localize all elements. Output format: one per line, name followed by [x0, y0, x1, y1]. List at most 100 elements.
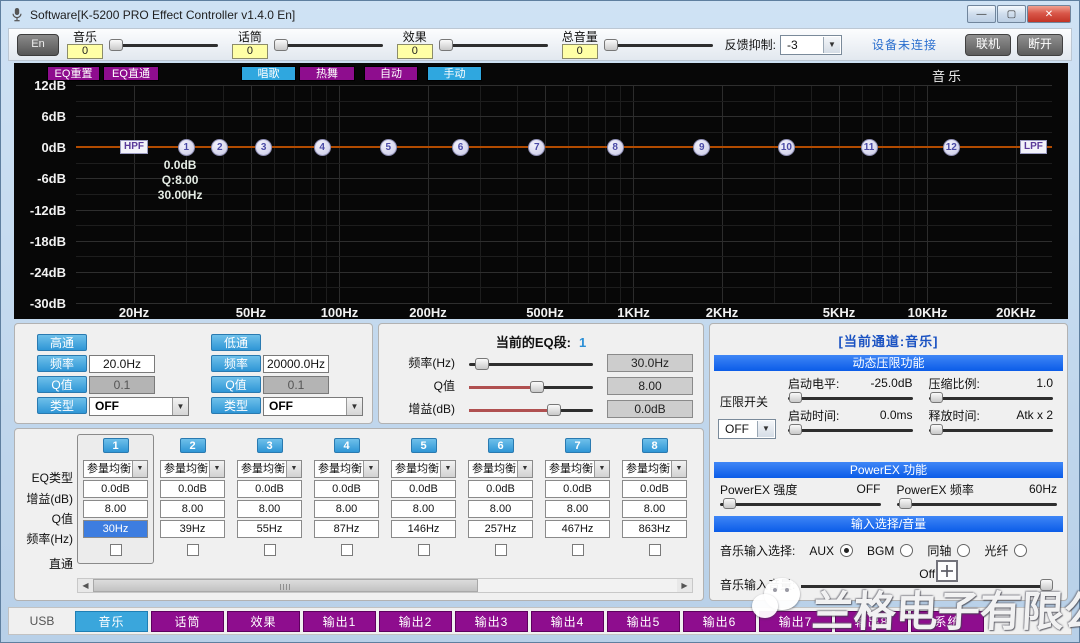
chevron-down-icon[interactable]: ▼ [517, 461, 532, 477]
radio-button[interactable] [1014, 544, 1027, 557]
language-button[interactable]: En [17, 34, 59, 56]
slider-thumb[interactable] [930, 392, 943, 403]
channel-volume-slider[interactable] [439, 35, 548, 55]
bypass-checkbox[interactable] [264, 544, 276, 556]
eq-band-point-10[interactable]: 10 [778, 139, 795, 156]
eq-band-header[interactable]: 7 [565, 438, 591, 453]
tab-输出3[interactable]: 输出3 [455, 611, 528, 632]
slider-thumb[interactable] [723, 498, 736, 509]
gain-cell[interactable]: 0.0dB [83, 480, 148, 498]
disconnect-button[interactable]: 断开 [1017, 34, 1063, 56]
freq-cell[interactable]: 863Hz [622, 520, 687, 538]
channel-value-box[interactable]: 0 [397, 44, 433, 59]
compressor-param-slider[interactable] [788, 391, 913, 405]
chevron-down-icon[interactable]: ▼ [132, 461, 147, 477]
minimize-button[interactable]: — [967, 5, 996, 23]
eq-bypass-button[interactable]: EQ直通 [103, 66, 159, 81]
eq-band-header[interactable]: 6 [488, 438, 514, 453]
freq-cell[interactable]: 146Hz [391, 520, 456, 538]
slider-thumb[interactable] [439, 39, 453, 51]
scrollbar-thumb[interactable] [93, 579, 478, 592]
lowpass-freq-input[interactable]: 20000.0Hz [263, 355, 329, 373]
q-cell[interactable]: 8.00 [545, 500, 610, 518]
eq-band-point-4[interactable]: 4 [314, 139, 331, 156]
chevron-down-icon[interactable]: ▼ [757, 421, 774, 437]
eq-plot[interactable]: HPFLPF1234567891011120.0dBQ:8.0030.00Hz [76, 85, 1052, 304]
slider-thumb[interactable] [547, 404, 561, 416]
input-option-光纤[interactable]: 光纤 [984, 542, 1027, 559]
eq-band-header[interactable]: 1 [103, 438, 129, 453]
eq-band-point-5[interactable]: 5 [380, 139, 397, 156]
q-cell[interactable]: 8.00 [468, 500, 533, 518]
connect-button[interactable]: 联机 [965, 34, 1011, 56]
freq-cell[interactable]: 87Hz [314, 520, 379, 538]
bypass-checkbox[interactable] [572, 544, 584, 556]
radio-button[interactable] [957, 544, 970, 557]
tab-输出2[interactable]: 输出2 [379, 611, 452, 632]
freq-cell[interactable]: 257Hz [468, 520, 533, 538]
title-bar[interactable]: Software[K-5200 PRO Effect Controller v1… [2, 2, 1078, 28]
q-cell[interactable]: 8.00 [622, 500, 687, 518]
scroll-right-icon[interactable]: ▶ [677, 579, 692, 592]
eq-type-select[interactable]: 参量均衡▼ [83, 460, 148, 478]
eq-band-header[interactable]: 5 [411, 438, 437, 453]
eq-type-select[interactable]: 参量均衡▼ [237, 460, 302, 478]
chevron-down-icon[interactable]: ▼ [286, 461, 301, 477]
powerex-param-slider[interactable] [897, 497, 1058, 511]
eq-type-select[interactable]: 参量均衡▼ [391, 460, 456, 478]
eq-band-header[interactable]: 2 [180, 438, 206, 453]
input-option-BGM[interactable]: BGM [867, 542, 913, 559]
eq-type-select[interactable]: 参量均衡▼ [314, 460, 379, 478]
slider-thumb[interactable] [475, 358, 489, 370]
input-option-同轴[interactable]: 同轴 [927, 542, 970, 559]
eq-type-select[interactable]: 参量均衡▼ [468, 460, 533, 478]
tab-输出4[interactable]: 输出4 [531, 611, 604, 632]
preset-dance-button[interactable]: 热舞 [299, 66, 355, 81]
bypass-checkbox[interactable] [649, 544, 661, 556]
chevron-down-icon[interactable]: ▼ [823, 37, 840, 53]
bypass-checkbox[interactable] [110, 544, 122, 556]
scrollbar-track[interactable] [93, 579, 677, 592]
gain-cell[interactable]: 0.0dB [391, 480, 456, 498]
bypass-checkbox[interactable] [418, 544, 430, 556]
tab-系统[interactable]: 系统 [911, 611, 984, 632]
freq-cell[interactable]: 30Hz [83, 520, 148, 538]
chevron-down-icon[interactable]: ▼ [594, 461, 609, 477]
q-cell[interactable]: 8.00 [314, 500, 379, 518]
q-cell[interactable]: 8.00 [160, 500, 225, 518]
chevron-down-icon[interactable]: ▼ [363, 461, 378, 477]
table-scrollbar[interactable]: ◀ ▶ [77, 578, 693, 593]
gain-cell[interactable]: 0.0dB [468, 480, 533, 498]
eq-band-point-3[interactable]: 3 [255, 139, 272, 156]
tab-输出6[interactable]: 输出6 [683, 611, 756, 632]
eq-band-point-7[interactable]: 7 [528, 139, 545, 156]
freq-cell[interactable]: 467Hz [545, 520, 610, 538]
eq-segment-slider[interactable] [469, 377, 593, 395]
q-cell[interactable]: 8.00 [237, 500, 302, 518]
freq-cell[interactable]: 39Hz [160, 520, 225, 538]
slider-thumb[interactable] [899, 498, 912, 509]
hpf-marker[interactable]: HPF [120, 140, 148, 154]
bypass-checkbox[interactable] [187, 544, 199, 556]
eq-band-point-1[interactable]: 1 [178, 139, 195, 156]
eq-type-select[interactable]: 参量均衡▼ [622, 460, 687, 478]
gain-cell[interactable]: 0.0dB [314, 480, 379, 498]
lpf-marker[interactable]: LPF [1020, 140, 1047, 154]
eq-band-point-11[interactable]: 11 [861, 139, 878, 156]
maximize-button[interactable]: ▢ [997, 5, 1026, 23]
chevron-down-icon[interactable]: ▼ [671, 461, 686, 477]
radio-button[interactable] [900, 544, 913, 557]
slider-thumb[interactable] [604, 39, 618, 51]
slider-thumb[interactable] [789, 424, 802, 435]
compressor-param-slider[interactable] [929, 423, 1054, 437]
tab-输出8[interactable]: 输出8 [835, 611, 908, 632]
lowpass-type-select[interactable]: OFF ▼ [263, 397, 363, 416]
powerex-param-slider[interactable] [720, 497, 881, 511]
scroll-left-icon[interactable]: ◀ [78, 579, 93, 592]
chevron-down-icon[interactable]: ▼ [209, 461, 224, 477]
mode-auto-button[interactable]: 自动 [364, 66, 418, 81]
eq-band-point-8[interactable]: 8 [607, 139, 624, 156]
channel-volume-slider[interactable] [274, 35, 383, 55]
eq-band-point-2[interactable]: 2 [211, 139, 228, 156]
radio-button-selected[interactable] [840, 544, 853, 557]
